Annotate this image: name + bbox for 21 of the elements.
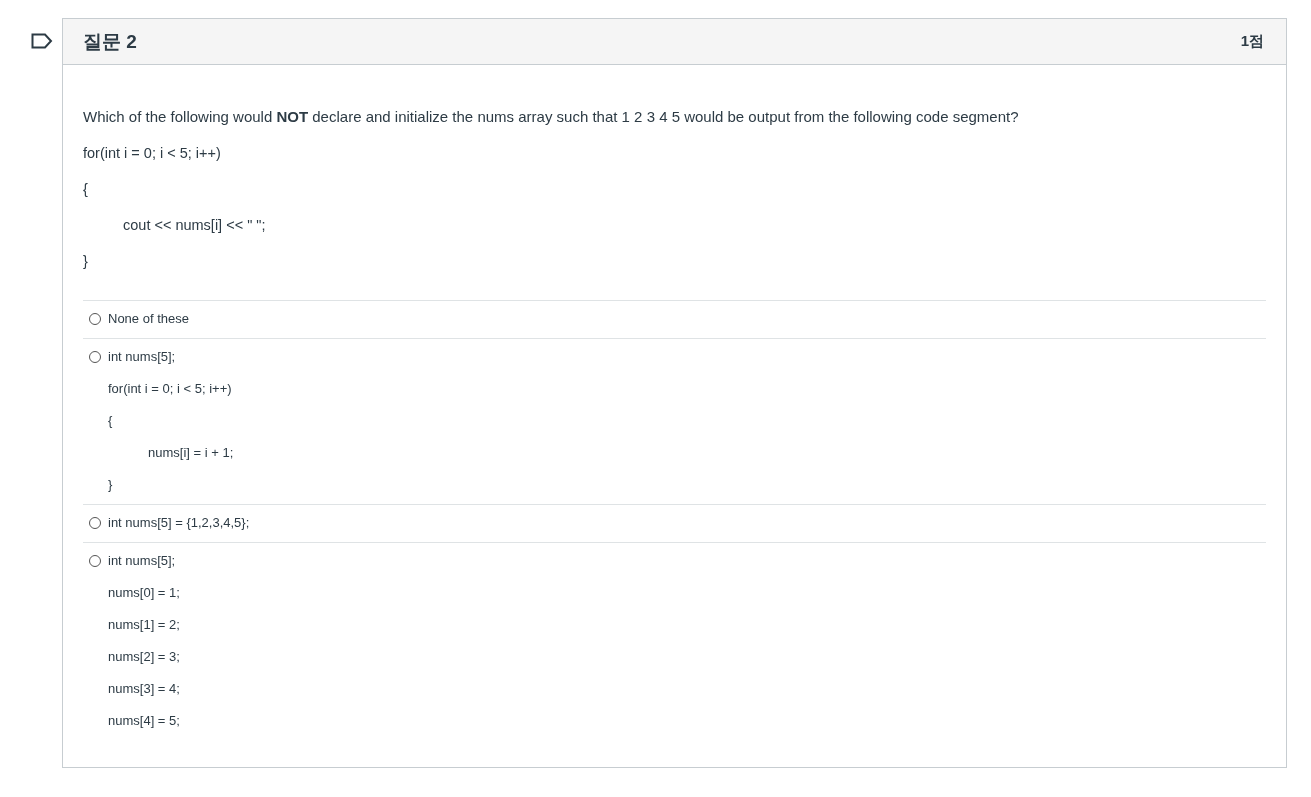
code-line: cout << nums[i] << " "; xyxy=(122,216,267,235)
answer-label: int nums[5] = {1,2,3,4,5}; xyxy=(108,514,250,532)
code-line: } xyxy=(108,476,114,494)
code-line: } xyxy=(83,252,89,271)
code-line: { xyxy=(83,180,89,199)
answer-label: int nums[5]; xyxy=(108,348,177,366)
question-title: 질문 2 xyxy=(83,29,137,54)
code-line: nums[i] = i + 1; xyxy=(147,444,234,462)
answer-label: None of these xyxy=(108,310,189,328)
code-line: for(int i = 0; i < 5; i++) xyxy=(108,380,233,398)
flag-icon[interactable] xyxy=(31,33,53,49)
code-line: { xyxy=(108,412,114,430)
code-line: nums[1] = 2; xyxy=(108,616,180,634)
code-line: nums[0] = 1; xyxy=(108,584,180,602)
code-line: for(int i = 0; i < 5; i++) xyxy=(83,144,222,163)
code-line: nums[2] = 3; xyxy=(108,648,180,666)
code-line: nums[4] = 5; xyxy=(108,712,180,730)
points-label: 1점 xyxy=(1240,32,1264,51)
question-text: Which of the following would NOT declare and initialize the nums array such that 1 2 3 4 5 would be output from the following code segment? xyxy=(83,107,1020,127)
answer-label: int nums[5]; xyxy=(108,552,177,570)
code-line: nums[3] = 4; xyxy=(108,680,180,698)
